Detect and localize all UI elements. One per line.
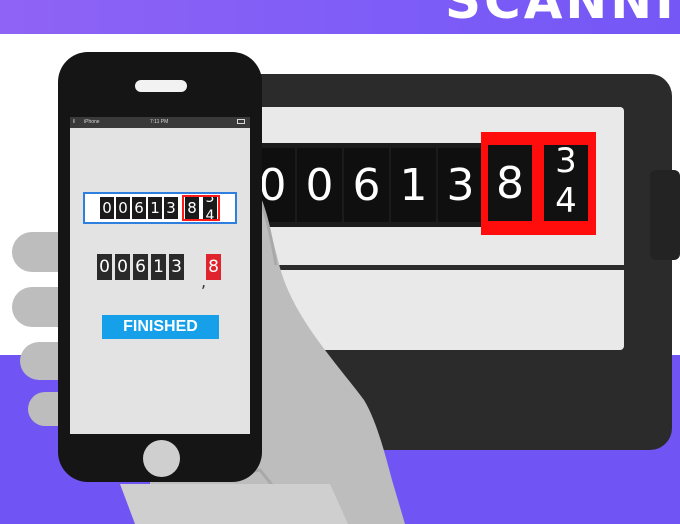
scan-digit: 0 [116, 197, 130, 219]
scan-rolling-bottom: 4 [205, 208, 215, 219]
result-digit: 6 [133, 254, 148, 280]
app-canvas [70, 128, 250, 434]
status-time: 7:11 PM [150, 119, 169, 125]
scan-digit: 6 [132, 197, 146, 219]
result-decimal-digit: 8 [206, 254, 221, 280]
signal-icon: ıll [73, 119, 74, 125]
status-carrier: iPhone [84, 119, 100, 125]
home-button[interactable] [143, 440, 180, 477]
result-digit: 3 [169, 254, 184, 280]
finished-status-badge: FINISHED [102, 315, 219, 339]
scan-digit: 0 [100, 197, 114, 219]
result-digit: 0 [97, 254, 112, 280]
scan-rolling-top: 3 [205, 197, 215, 206]
scan-digit-highlighted: 8 [185, 197, 199, 219]
scan-digit: 1 [148, 197, 162, 219]
result-digit: 0 [115, 254, 130, 280]
phone-speaker [135, 80, 187, 92]
result-digit: 1 [151, 254, 166, 280]
phone-status-bar: ıll iPhone 7:11 PM [70, 117, 250, 128]
scan-digit: 3 [164, 197, 178, 219]
battery-icon [237, 119, 245, 124]
scan-rolling-digit: 3 4 [203, 197, 217, 219]
